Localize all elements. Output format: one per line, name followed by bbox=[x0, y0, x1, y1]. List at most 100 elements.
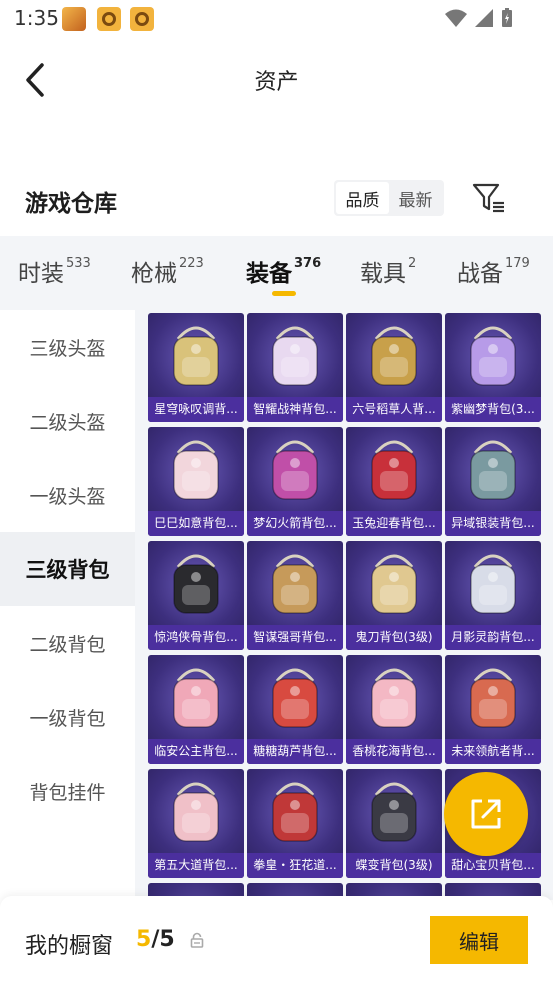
item-card[interactable]: 第五大道背包... bbox=[148, 769, 244, 878]
showcase-label: 我的橱窗 bbox=[25, 934, 114, 959]
item-name: 紫幽梦背包(3... bbox=[445, 397, 541, 422]
item-name: 未来领航者背... bbox=[445, 739, 541, 764]
active-tab-indicator bbox=[272, 291, 296, 296]
sidebar-item-backpack-charm[interactable]: 背包挂件 bbox=[0, 754, 135, 828]
item-card[interactable]: 临安公主背包... bbox=[148, 655, 244, 764]
item-name: 临安公主背包... bbox=[148, 739, 244, 764]
sidebar-item-level2-helmet[interactable]: 二级头盔 bbox=[0, 384, 135, 458]
share-button[interactable] bbox=[444, 772, 528, 856]
tab-vehicles[interactable]: 载具 2 bbox=[360, 254, 416, 288]
item-name: 异域银装背包... bbox=[445, 511, 541, 536]
backpack-image bbox=[173, 440, 219, 500]
item-name: 玉兔迎春背包... bbox=[346, 511, 442, 536]
backpack-image bbox=[470, 440, 516, 500]
item-name: 甜心宝贝背包... bbox=[445, 853, 541, 878]
item-card[interactable]: 拳皇・狂花道... bbox=[247, 769, 343, 878]
sort-latest-button[interactable]: 最新 bbox=[389, 182, 442, 214]
item-card[interactable]: 玉兔迎春背包... bbox=[346, 427, 442, 536]
showcase-bar: 我的橱窗 5/5 编辑 bbox=[0, 896, 553, 983]
wifi-icon bbox=[445, 9, 467, 27]
edit-button[interactable]: 编辑 bbox=[430, 916, 528, 964]
app-notification-icon bbox=[97, 7, 121, 31]
top-nav: 资产 bbox=[0, 50, 553, 110]
showcase-count: 5/5 bbox=[136, 927, 175, 952]
item-name: 智耀战神背包... bbox=[247, 397, 343, 422]
share-icon bbox=[471, 799, 501, 829]
item-card[interactable]: 六号稻草人背... bbox=[346, 313, 442, 422]
sidebar-item-level3-backpack[interactable]: 三级背包 bbox=[0, 532, 135, 606]
backpack-image bbox=[470, 554, 516, 614]
item-card[interactable]: 糖糖葫芦背包... bbox=[247, 655, 343, 764]
item-card[interactable]: 未来领航者背... bbox=[445, 655, 541, 764]
sidebar-item-level2-backpack[interactable]: 二级背包 bbox=[0, 606, 135, 680]
item-card[interactable]: 智耀战神背包... bbox=[247, 313, 343, 422]
item-card[interactable]: 星穹咏叹调背... bbox=[148, 313, 244, 422]
backpack-image bbox=[272, 554, 318, 614]
item-card[interactable]: 鬼刀背包(3级) bbox=[346, 541, 442, 650]
backpack-image bbox=[470, 668, 516, 728]
backpack-image bbox=[470, 326, 516, 386]
battery-icon bbox=[502, 8, 512, 27]
tab-count: 376 bbox=[294, 256, 322, 271]
status-bar: 1:35 bbox=[0, 0, 553, 38]
item-card[interactable]: 惊鸿侠骨背包... bbox=[148, 541, 244, 650]
backpack-image bbox=[173, 326, 219, 386]
item-name: 香桃花海背包... bbox=[346, 739, 442, 764]
section-title: 游戏仓库 bbox=[25, 191, 117, 217]
item-name: 巳巳如意背包... bbox=[148, 511, 244, 536]
tab-count: 223 bbox=[179, 256, 204, 271]
item-name: 拳皇・狂花道... bbox=[247, 853, 343, 878]
backpack-image bbox=[173, 668, 219, 728]
category-tabs: 时装 533 枪械 223 装备 376 载具 2 战备 179 bbox=[0, 236, 553, 310]
status-time: 1:35 bbox=[14, 6, 59, 30]
sidebar-item-level3-helmet[interactable]: 三级头盔 bbox=[0, 310, 135, 384]
system-icons bbox=[445, 8, 513, 28]
item-name: 第五大道背包... bbox=[148, 853, 244, 878]
tab-supplies[interactable]: 战备 179 bbox=[457, 254, 530, 288]
item-name: 智谋强哥背包... bbox=[247, 625, 343, 650]
backpack-image bbox=[272, 440, 318, 500]
page-title: 资产 bbox=[254, 70, 299, 95]
item-card[interactable]: 异域银装背包... bbox=[445, 427, 541, 536]
tab-fashion[interactable]: 时装 533 bbox=[18, 254, 91, 288]
tab-label: 战备 bbox=[457, 261, 503, 287]
tab-label: 载具 bbox=[360, 261, 406, 287]
backpack-image bbox=[272, 782, 318, 842]
sort-toggle: 品质 最新 bbox=[334, 180, 444, 216]
signal-icon bbox=[475, 9, 493, 27]
sidebar-item-level1-helmet[interactable]: 一级头盔 bbox=[0, 458, 135, 532]
item-name: 星穹咏叹调背... bbox=[148, 397, 244, 422]
item-name: 糖糖葫芦背包... bbox=[247, 739, 343, 764]
showcase-count-current: 5 bbox=[136, 927, 152, 952]
backpack-image bbox=[371, 668, 417, 728]
item-name: 梦幻火箭背包... bbox=[247, 511, 343, 536]
app-notification-icon bbox=[130, 7, 154, 31]
backpack-image bbox=[371, 782, 417, 842]
backpack-image bbox=[173, 782, 219, 842]
filter-button[interactable] bbox=[472, 182, 506, 214]
item-name: 蝶变背包(3级) bbox=[346, 853, 442, 878]
item-card[interactable]: 紫幽梦背包(3... bbox=[445, 313, 541, 422]
item-card[interactable]: 智谋强哥背包... bbox=[247, 541, 343, 650]
tab-count: 533 bbox=[66, 256, 91, 271]
item-card[interactable]: 巳巳如意背包... bbox=[148, 427, 244, 536]
tab-label: 装备 bbox=[246, 261, 292, 287]
backpack-image bbox=[272, 668, 318, 728]
tab-label: 枪械 bbox=[131, 261, 177, 287]
item-name: 惊鸿侠骨背包... bbox=[148, 625, 244, 650]
app-notification-icon bbox=[62, 7, 86, 31]
backpack-image bbox=[371, 326, 417, 386]
tab-equipment[interactable]: 装备 376 bbox=[246, 254, 321, 288]
item-card[interactable]: 蝶变背包(3级) bbox=[346, 769, 442, 878]
warehouse-header: 游戏仓库 品质 最新 bbox=[0, 178, 553, 218]
tab-count: 2 bbox=[408, 256, 417, 271]
sidebar-item-level1-backpack[interactable]: 一级背包 bbox=[0, 680, 135, 754]
tab-count: 179 bbox=[505, 256, 530, 271]
item-card[interactable]: 梦幻火箭背包... bbox=[247, 427, 343, 536]
item-card[interactable]: 香桃花海背包... bbox=[346, 655, 442, 764]
lock-icon[interactable] bbox=[190, 932, 204, 948]
item-card[interactable]: 月影灵韵背包... bbox=[445, 541, 541, 650]
tab-firearms[interactable]: 枪械 223 bbox=[131, 254, 204, 288]
sort-quality-button[interactable]: 品质 bbox=[336, 182, 389, 214]
backpack-image bbox=[173, 554, 219, 614]
